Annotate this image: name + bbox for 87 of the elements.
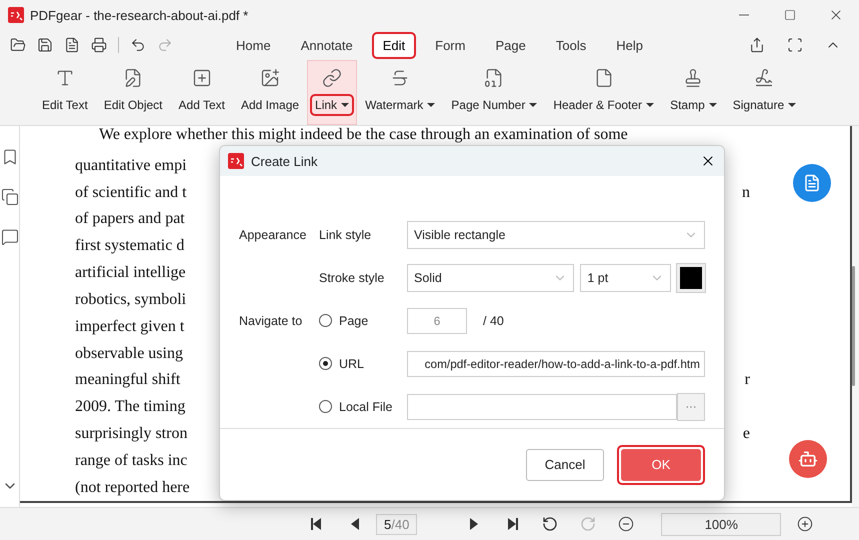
first-page-icon[interactable] <box>310 516 324 532</box>
field-label: Stroke style <box>319 270 386 285</box>
ribbon-button[interactable]: Edit Object <box>96 60 171 125</box>
robot-icon <box>798 449 818 469</box>
document-text: (not reported here <box>75 478 190 497</box>
folder-icon[interactable] <box>10 37 26 53</box>
ribbon-button[interactable]: Watermark <box>357 60 444 125</box>
caret-icon <box>788 103 796 107</box>
menu-tab[interactable]: Page <box>484 32 537 58</box>
last-page-icon[interactable] <box>505 516 520 532</box>
dialog-title: Create Link <box>251 154 318 169</box>
file-pen-icon <box>123 68 144 88</box>
caret-icon <box>427 103 436 107</box>
caret-icon <box>341 103 350 107</box>
document-text: We explore whether this might indeed be the case through an examination of some <box>98 126 628 144</box>
page-total: / 40 <box>483 314 504 328</box>
share-icon[interactable] <box>749 37 765 53</box>
document-text: of scientific and t <box>75 184 187 202</box>
ribbon-button[interactable]: Signature <box>724 60 804 125</box>
app-logo-icon <box>228 153 244 170</box>
print-icon[interactable] <box>91 37 107 53</box>
document-text: robotics, symboli <box>75 290 186 309</box>
stroke-style-dropdown[interactable]: Solid <box>407 264 574 292</box>
document-text: range of tasks inc <box>75 452 188 470</box>
document-icon <box>803 174 821 192</box>
menu-tab[interactable]: Edit <box>372 32 416 58</box>
color-swatch[interactable] <box>677 264 705 292</box>
menu-tab[interactable]: Annotate <box>290 32 364 58</box>
rotate-left-icon[interactable] <box>542 516 558 532</box>
document-text: quantitative empi <box>75 156 187 175</box>
document-text: of papers and pat <box>75 210 185 228</box>
field-label: Link style <box>319 228 372 242</box>
zoom-out-icon[interactable] <box>618 516 634 532</box>
document-text: first systematic d <box>75 237 184 256</box>
radio-option[interactable]: Local File <box>319 400 407 414</box>
pages-icon[interactable] <box>0 188 18 206</box>
window-title: PDFgear - the-research-about-ai.pdf * <box>30 8 250 22</box>
link-style-dropdown[interactable]: Visible rectangle <box>407 220 705 249</box>
document-text: r <box>744 371 750 390</box>
document-text: artificial intellige <box>75 264 186 282</box>
document-text: observable using <box>75 344 183 363</box>
document-text: imperfect given t <box>75 318 184 336</box>
text-plus-icon <box>192 68 212 88</box>
stroke-width-dropdown[interactable]: 1 pt <box>580 264 671 292</box>
ribbon-button[interactable]: Stamp <box>662 60 725 125</box>
appearance-label: Appearance <box>239 228 308 242</box>
save-icon[interactable] <box>37 37 53 53</box>
menu-tab[interactable]: Help <box>605 32 654 58</box>
file-digits-icon <box>484 68 504 88</box>
undo-icon[interactable] <box>130 37 146 53</box>
file-path-field[interactable] <box>407 394 677 420</box>
caret-icon <box>708 103 717 107</box>
stamp-icon <box>683 68 704 88</box>
ribbon-button[interactable]: Link <box>307 60 358 125</box>
document-text: n <box>742 184 750 202</box>
app-logo-icon <box>8 7 24 23</box>
caret-icon <box>646 103 654 107</box>
ribbon-button[interactable]: Edit Text <box>34 60 96 125</box>
browse-button[interactable]: ··· <box>677 392 705 421</box>
maximize-icon[interactable] <box>784 9 796 21</box>
comment-icon[interactable] <box>0 228 18 246</box>
ribbon-button[interactable]: Add Image <box>233 60 308 125</box>
signature-icon <box>754 68 774 88</box>
caret-icon <box>529 103 538 107</box>
menu-tab[interactable]: Tools <box>544 32 598 58</box>
image-plus-icon <box>260 68 280 88</box>
ok-button[interactable]: OK <box>621 448 701 481</box>
menu-tab[interactable]: Form <box>424 32 476 58</box>
document-text: 2009. The timing <box>75 398 186 416</box>
document-text: e <box>742 424 750 443</box>
zoom-field[interactable]: 100% <box>661 512 782 536</box>
document-text: meaningful shift <box>75 371 180 390</box>
navigate-to-label: Navigate to <box>239 314 304 328</box>
zoom-in-icon[interactable] <box>797 516 814 532</box>
radio-option[interactable]: URL <box>319 356 407 371</box>
cancel-button[interactable]: Cancel <box>526 448 604 481</box>
save-as-icon[interactable] <box>64 37 80 53</box>
page-field[interactable]: 5/40 <box>376 514 418 534</box>
url-field[interactable]: com/pdf-editor-reader/how-to-add-a-link-to-a-pdf.htm <box>407 350 705 377</box>
ribbon-button[interactable]: Add Text <box>170 60 233 125</box>
link-icon <box>322 68 342 88</box>
ribbon-button[interactable]: Page Number <box>443 60 546 125</box>
fullscreen-icon[interactable] <box>787 37 803 53</box>
scrollbar-thumb[interactable] <box>852 266 855 386</box>
document-text: surprisingly stron <box>75 424 188 443</box>
ribbon-button[interactable]: Header & Footer <box>545 60 662 125</box>
menu-tab[interactable]: Home <box>225 32 282 58</box>
